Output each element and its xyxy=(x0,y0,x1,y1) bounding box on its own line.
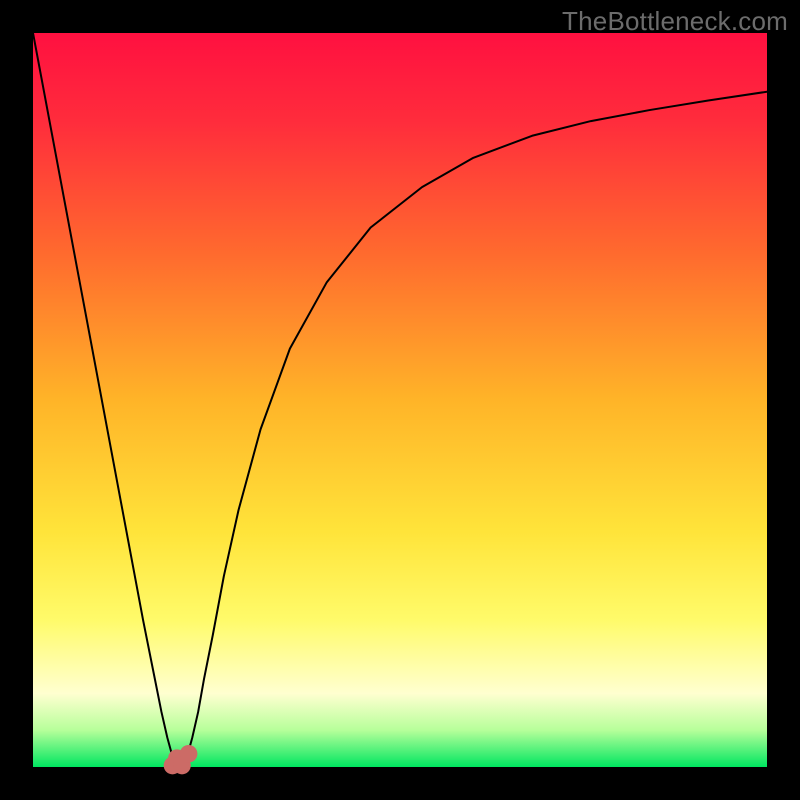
bottleneck-chart xyxy=(0,0,800,800)
watermark-label: TheBottleneck.com xyxy=(562,6,788,37)
marker-point-3 xyxy=(180,745,198,763)
chart-stage: TheBottleneck.com xyxy=(0,0,800,800)
gradient-background xyxy=(33,33,767,767)
